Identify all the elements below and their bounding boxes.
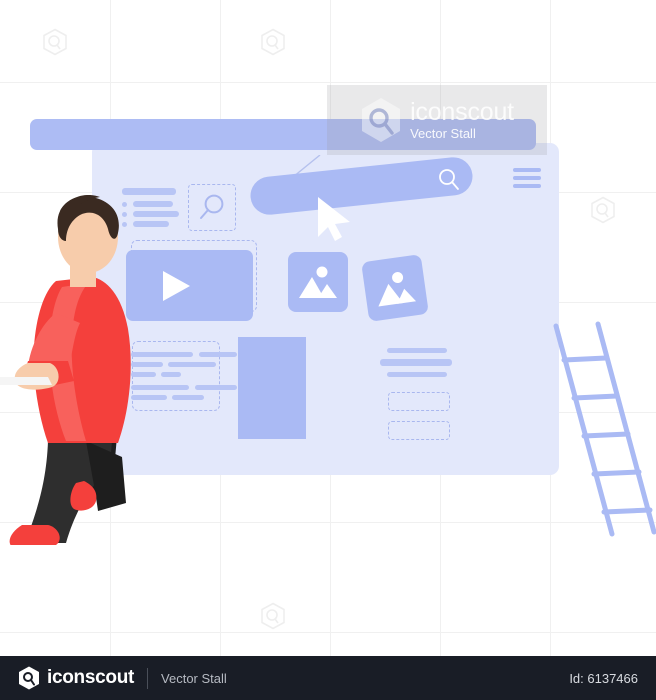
text-line xyxy=(380,359,452,366)
list-heading-line xyxy=(122,188,176,195)
text-line xyxy=(199,352,237,357)
text-line xyxy=(161,372,181,377)
iconscout-hex-icon xyxy=(591,196,615,224)
hamburger-menu-icon[interactable] xyxy=(513,168,541,192)
iconscout-hex-icon xyxy=(362,98,401,142)
text-line xyxy=(172,395,204,400)
designer-character xyxy=(0,195,131,545)
text-line xyxy=(387,348,447,353)
watermark-overlay: iconscout Vector Stall xyxy=(327,85,547,155)
footer-bar: iconscout Vector Stall Id: 6137466 xyxy=(0,656,656,700)
iconscout-hex-icon xyxy=(19,666,39,690)
iconscout-hex-icon xyxy=(261,602,285,630)
dashed-field[interactable] xyxy=(388,392,450,411)
play-button-icon[interactable] xyxy=(163,271,190,301)
hamburger-line xyxy=(513,176,541,180)
hamburger-line xyxy=(513,168,541,172)
footer-brand: iconscout xyxy=(47,667,135,688)
text-line xyxy=(195,385,237,390)
watermark-subtitle: Vector Stall xyxy=(410,126,476,142)
footer-author: Vector Stall xyxy=(161,670,227,686)
search-placeholder-magnifier-icon xyxy=(200,194,224,219)
block-placeholder xyxy=(238,337,306,439)
iconscout-hex-icon xyxy=(261,28,285,56)
text-line xyxy=(168,362,216,367)
iconscout-hex-icon xyxy=(43,28,67,56)
illustration-canvas: iconscout Vector Stall xyxy=(0,0,656,656)
grid-line-horizontal xyxy=(0,82,656,83)
hamburger-line xyxy=(513,184,541,188)
ladder-graphic xyxy=(553,321,656,537)
footer-divider xyxy=(147,667,149,689)
grid-line-horizontal xyxy=(0,632,656,633)
search-glass-icon xyxy=(439,169,459,190)
image-placeholder-icon xyxy=(378,272,417,307)
mouse-cursor-icon xyxy=(318,197,350,241)
footer-id: Id: 6137466 xyxy=(569,670,638,686)
text-line xyxy=(387,372,447,377)
image-placeholder-icon xyxy=(299,266,337,298)
watermark-title: iconscout xyxy=(410,98,514,127)
dashed-field[interactable] xyxy=(388,421,450,440)
